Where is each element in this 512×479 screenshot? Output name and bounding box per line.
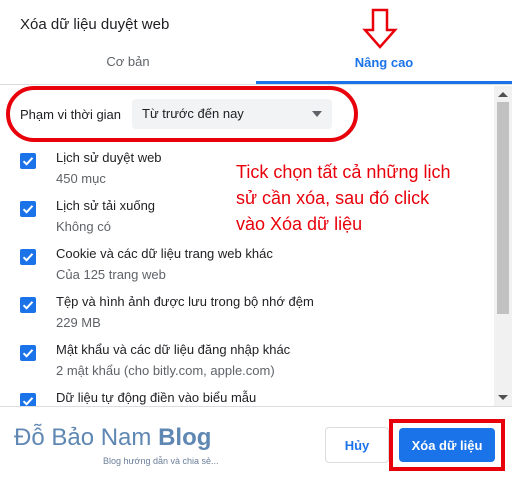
check-icon — [22, 205, 34, 214]
clear-browsing-data-dialog: Xóa dữ liệu duyệt web Cơ bản Nâng cao Ph… — [0, 0, 512, 479]
scrollbar-thumb[interactable] — [497, 102, 509, 314]
check-icon — [22, 349, 34, 358]
item-title: Tệp và hình ảnh được lưu trong bộ nhớ đệ… — [56, 294, 314, 309]
check-icon — [22, 253, 34, 262]
tab-basic[interactable]: Cơ bản — [0, 54, 256, 84]
instruction-annotation: Tick chọn tất cả những lịch sử cần xóa, … — [236, 159, 486, 237]
annotation-line: sử cần xóa, sau đó click — [236, 188, 430, 208]
highlight-oval — [6, 86, 358, 142]
item-title: Mật khẩu và các dữ liệu đăng nhập khác — [56, 342, 291, 357]
item-title: Cookie và các dữ liệu trang web khác — [56, 246, 273, 261]
scroll-down-icon[interactable] — [498, 395, 508, 400]
scrollbar[interactable] — [494, 86, 512, 406]
item-title: Lịch sử tải xuống — [56, 198, 156, 213]
item-subtitle: Không có — [56, 219, 111, 234]
footer-divider — [0, 406, 512, 407]
item-title: Dữ liệu tự động điền vào biểu mẫu — [56, 390, 257, 405]
watermark-name: Đỗ Bảo Nam — [14, 424, 152, 451]
checkbox-cache[interactable] — [20, 297, 36, 313]
watermark-logo: Đỗ Bảo Nam Blog — [14, 424, 211, 452]
checkbox-autofill[interactable] — [20, 393, 36, 406]
checkbox-passwords[interactable] — [20, 345, 36, 361]
annotation-line: Tick chọn tất cả những lịch — [236, 162, 451, 182]
annotation-line: vào Xóa dữ liệu — [236, 214, 363, 234]
scroll-up-icon[interactable] — [498, 92, 508, 97]
check-icon — [22, 301, 34, 310]
checkbox-browsing-history[interactable] — [20, 153, 36, 169]
header-divider — [0, 84, 512, 85]
watermark-blog: Blog — [158, 424, 212, 451]
check-icon — [22, 157, 34, 166]
item-title: Lịch sử duyệt web — [56, 150, 162, 165]
watermark-tagline: Blog hướng dẫn và chia sẻ... — [103, 456, 219, 466]
dialog-title: Xóa dữ liệu duyệt web — [20, 16, 170, 33]
item-subtitle: 450 mục — [56, 171, 106, 186]
checkbox-cookies[interactable] — [20, 249, 36, 265]
highlight-box — [389, 419, 505, 471]
item-subtitle: 2 mật khẩu (cho bitly.com, apple.com) — [56, 363, 275, 378]
checkbox-download-history[interactable] — [20, 201, 36, 217]
cancel-button[interactable]: Hủy — [325, 427, 389, 463]
arrow-down-icon — [362, 8, 398, 49]
check-icon — [22, 397, 34, 406]
item-subtitle: 229 MB — [56, 315, 101, 330]
item-subtitle: Của 125 trang web — [56, 267, 166, 282]
